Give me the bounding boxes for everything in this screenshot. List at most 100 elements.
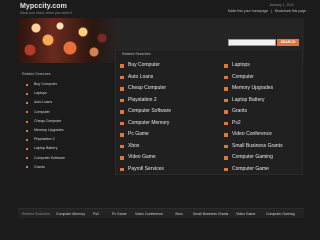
search-link-label: Computer Software: [128, 108, 172, 114]
sidebar-item[interactable]: Grants: [22, 163, 92, 172]
search-link[interactable]: Xbox: [118, 141, 218, 153]
search-link[interactable]: Ps2: [222, 118, 302, 130]
site-tagline: What you need, when you need it: [20, 11, 72, 15]
search-link-label: Video Conference: [232, 131, 272, 137]
sidebar-item[interactable]: Computer Software: [22, 154, 92, 163]
search-link[interactable]: Memory Upgrades: [222, 83, 302, 95]
footer-link[interactable]: Xbox: [175, 212, 183, 216]
search-link[interactable]: Computer Software: [118, 106, 218, 118]
sidebar-item-label: Grants: [34, 164, 45, 169]
footer-label: Related Searches:: [22, 212, 51, 216]
search-link-label: Grants: [232, 108, 248, 114]
search-link[interactable]: Small Business Grants: [222, 141, 302, 153]
sidebar-item[interactable]: Memory Upgrades: [22, 126, 92, 135]
search-link[interactable]: Pc Game: [118, 129, 218, 141]
square-bullet-icon: [120, 133, 124, 137]
search-link-label: Ps2: [232, 119, 241, 126]
header-link-separator: |: [271, 9, 273, 13]
sidebar-item-label: Auto Loans: [34, 100, 53, 105]
search-link-label: Payroll Services: [128, 165, 164, 172]
search-link-label: Laptops: [232, 62, 250, 68]
search-link-label: Computer Memory: [128, 119, 170, 126]
sidebar-item-label: Cheap Computer: [34, 118, 62, 123]
search-link[interactable]: Computer Game: [222, 164, 302, 176]
square-bullet-icon: [224, 87, 228, 91]
search-link[interactable]: Cheap Computer: [118, 83, 218, 95]
search-link-label: Auto Loans: [128, 73, 154, 80]
search-link-label: Small Business Grants: [232, 142, 283, 149]
square-bullet-icon: [224, 75, 228, 79]
sidebar-item[interactable]: Computer: [22, 108, 92, 117]
sidebar-item[interactable]: Laptops: [22, 89, 92, 98]
search-link[interactable]: Computer Gaming: [222, 152, 302, 164]
search-link[interactable]: Video Conference: [222, 129, 302, 141]
search-link-label: Memory Upgrades: [232, 85, 274, 91]
footer-link[interactable]: Pc Game: [112, 212, 127, 216]
sidebar-item-label: Laptop Battery: [34, 146, 58, 151]
search-link-label: Playstation 2: [128, 96, 157, 103]
sidebar-item-label: Memory Upgrades: [34, 127, 64, 132]
related-searches-panel: Related Searches Buy Computer Auto Loans…: [115, 49, 303, 175]
footer-link[interactable]: Video Game: [236, 212, 255, 216]
sidebar-item[interactable]: Playstation 2: [22, 135, 92, 144]
search-link[interactable]: Buy Computer: [118, 60, 218, 72]
links-column-left: Buy Computer Auto Loans Cheap Computer P…: [118, 60, 218, 175]
search-link-label: Pc Game: [128, 131, 149, 137]
footer-link[interactable]: Computer Gaming: [266, 212, 295, 216]
search-link-label: Xbox: [128, 142, 140, 149]
sidebar-item[interactable]: Laptop Battery: [22, 144, 92, 153]
sidebar-item[interactable]: Auto Loans: [22, 98, 92, 107]
search-input[interactable]: [228, 39, 276, 46]
search-link-label: Computer Gaming: [232, 154, 273, 160]
square-bullet-icon: [120, 87, 124, 91]
search-link[interactable]: Computer Memory: [118, 118, 218, 130]
square-bullet-icon: [224, 110, 228, 114]
bullet-icon: [26, 157, 28, 160]
square-bullet-icon: [224, 133, 228, 137]
sidebar-item-label: Laptops: [34, 91, 47, 96]
site-header: Mypccity.com What you need, when you nee…: [0, 0, 320, 18]
make-homepage-link[interactable]: Make this your homepage: [228, 9, 268, 13]
search-link[interactable]: Laptop Battery: [222, 95, 302, 107]
bookmark-link[interactable]: Bookmark this page: [275, 9, 306, 13]
search-link[interactable]: Playstation 2: [118, 95, 218, 107]
search-link-label: Computer: [232, 73, 254, 80]
bullet-icon: [26, 120, 28, 123]
bullet-icon: [26, 102, 28, 105]
sidebar-title: Related Searches: [22, 72, 51, 76]
square-bullet-icon: [120, 156, 124, 160]
search-link[interactable]: Auto Loans: [118, 72, 218, 84]
square-bullet-icon: [224, 64, 228, 68]
search-link-label: Cheap Computer: [128, 85, 167, 91]
footer-link[interactable]: Small Business Grants: [193, 212, 228, 216]
square-bullet-icon: [120, 167, 124, 171]
square-bullet-icon: [224, 167, 228, 171]
search-link-label: Laptop Battery: [232, 96, 265, 103]
site-logo[interactable]: Mypccity.com: [20, 3, 67, 10]
search-link[interactable]: Grants: [222, 106, 302, 118]
square-bullet-icon: [120, 121, 124, 125]
bullet-icon: [26, 83, 28, 86]
search-link[interactable]: Laptops: [222, 60, 302, 72]
search-link-label: Buy Computer: [128, 62, 160, 68]
search-button[interactable]: SEARCH: [277, 39, 299, 46]
footer-link[interactable]: Computer Memory: [56, 212, 85, 216]
square-bullet-icon: [224, 144, 228, 148]
date-text: January 1, 2011: [269, 3, 294, 7]
search-link[interactable]: Computer: [222, 72, 302, 84]
square-bullet-icon: [120, 75, 124, 79]
sidebar-item[interactable]: Cheap Computer: [22, 117, 92, 126]
search-link[interactable]: Video Game: [118, 152, 218, 164]
sidebar-item-label: Buy Computer: [34, 82, 57, 86]
sidebar-item[interactable]: Buy Computer: [22, 80, 92, 89]
square-bullet-icon: [120, 64, 124, 68]
square-bullet-icon: [120, 110, 124, 114]
search-link[interactable]: Payroll Services: [118, 164, 218, 176]
search-link-label: Video Game: [128, 154, 156, 160]
bullet-icon: [26, 138, 28, 141]
footer-link[interactable]: Video Conference: [135, 212, 163, 216]
bullet-icon: [26, 111, 28, 114]
footer-link[interactable]: Ps2: [93, 212, 99, 216]
sidebar-item-label: Computer Software: [34, 155, 65, 160]
sidebar: Related Searches Buy Computer Laptops Au…: [22, 72, 92, 172]
